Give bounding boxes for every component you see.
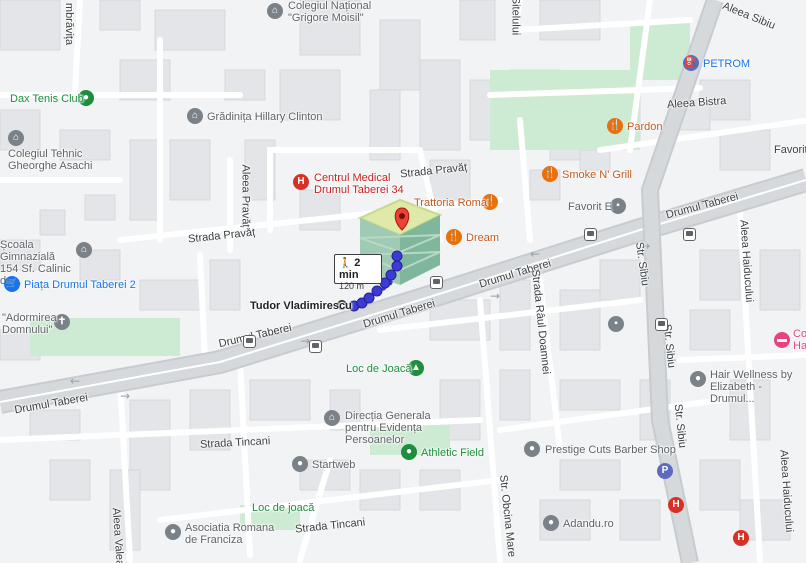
svg-text:←: ← [70,374,80,388]
place-label[interactable]: Smoke N' Grill [562,169,632,181]
business-icon[interactable]: ● [543,515,559,531]
medical-icon[interactable]: H [668,497,684,513]
market-icon[interactable]: 🛒 [4,276,20,292]
place-label[interactable]: Trattoria Roma [414,197,487,209]
route-info-box[interactable]: 🚶 2 min 120 m [334,254,382,291]
route-distance: 120 m [339,281,365,291]
business-icon[interactable]: ● [292,456,308,472]
school-icon[interactable]: ⌂ [8,130,24,146]
gas-station-icon[interactable]: ⛽ [683,55,699,71]
business-icon[interactable]: ● [165,524,181,540]
school-icon[interactable]: ⌂ [187,108,203,124]
place-label[interactable]: Loc de joacă [252,502,314,514]
place-label[interactable]: Pardon [627,121,662,133]
government-icon[interactable]: ⌂ [324,410,340,426]
school-icon[interactable]: ⌂ [267,3,283,19]
place-label[interactable]: Co Ha [793,328,806,352]
restaurant-icon[interactable]: 🍴 [446,229,462,245]
place-label[interactable]: Colegiul Tehnic Gheorghe Asachi [8,148,98,172]
restaurant-icon[interactable]: 🍴 [607,118,623,134]
place-label[interactable]: Colegiul Național "Grigore Moisil" [288,0,398,24]
map-canvas[interactable]: ← ← ← ← → → → → 🚶 2 min 120 m Tudor Vlad… [0,0,806,563]
place-label[interactable]: PETROM [703,58,750,70]
place-label[interactable]: Asociatia Romana de Franciza [185,522,285,546]
svg-text:←: ← [530,247,540,261]
place-label[interactable]: Favorit E [568,201,612,213]
hospital-icon[interactable]: ▬ [774,332,790,348]
place-label[interactable]: Prestige Cuts Barber Shop [545,444,676,456]
street-label: Aleea Pravăț [239,164,252,228]
bus-stop-icon[interactable] [243,335,256,348]
street-label: mbrăvița [63,2,76,46]
salon-icon[interactable]: ● [690,371,706,387]
place-label[interactable]: Dax Tenis Club [10,93,84,105]
svg-text:→: → [120,389,130,403]
place-label[interactable]: Athletic Field [421,447,484,459]
street-label: Sitelului [509,0,522,36]
place-label[interactable]: Centrul Medical Drumul Taberei 34 [314,172,414,196]
street-label: Favorit [774,144,806,156]
place-label[interactable]: Dream [466,232,499,244]
bus-stop-icon[interactable] [655,318,668,331]
shop-icon[interactable]: ▪ [610,198,626,214]
svg-text:→: → [490,289,500,303]
parking-icon[interactable]: P [657,463,673,479]
hospital-icon[interactable]: H [293,174,309,190]
place-label[interactable]: Adandu.ro [563,518,614,530]
walking-icon: 🚶 [339,258,352,269]
bus-stop-icon[interactable] [309,340,322,353]
place-label[interactable]: Hair Wellness by Elizabeth - Drumul... [710,369,806,405]
bus-stop-icon[interactable] [683,228,696,241]
place-label[interactable]: Startweb [312,459,355,471]
barber-icon[interactable]: ● [524,441,540,457]
bus-stop-icon[interactable]: ▪ [608,316,624,332]
school-icon[interactable]: ⌂ [76,242,92,258]
route-start-label: Tudor Vladimirescu [250,300,352,312]
hospital-icon[interactable]: H [733,530,749,546]
place-label[interactable]: Piața Drumul Taberei 2 [24,279,136,291]
stadium-icon[interactable]: ● [401,444,417,460]
bus-stop-icon[interactable] [584,228,597,241]
bus-stop-icon[interactable] [430,276,443,289]
place-label[interactable]: "Adormirea Domnului" [2,312,58,336]
place-label[interactable]: Loc de Joacă [346,363,411,375]
restaurant-icon[interactable]: 🍴 [542,166,558,182]
place-label[interactable]: Grădinița Hillary Clinton [207,111,323,123]
place-label[interactable]: Direcția Generala pentru Evidența Persoa… [345,410,460,446]
